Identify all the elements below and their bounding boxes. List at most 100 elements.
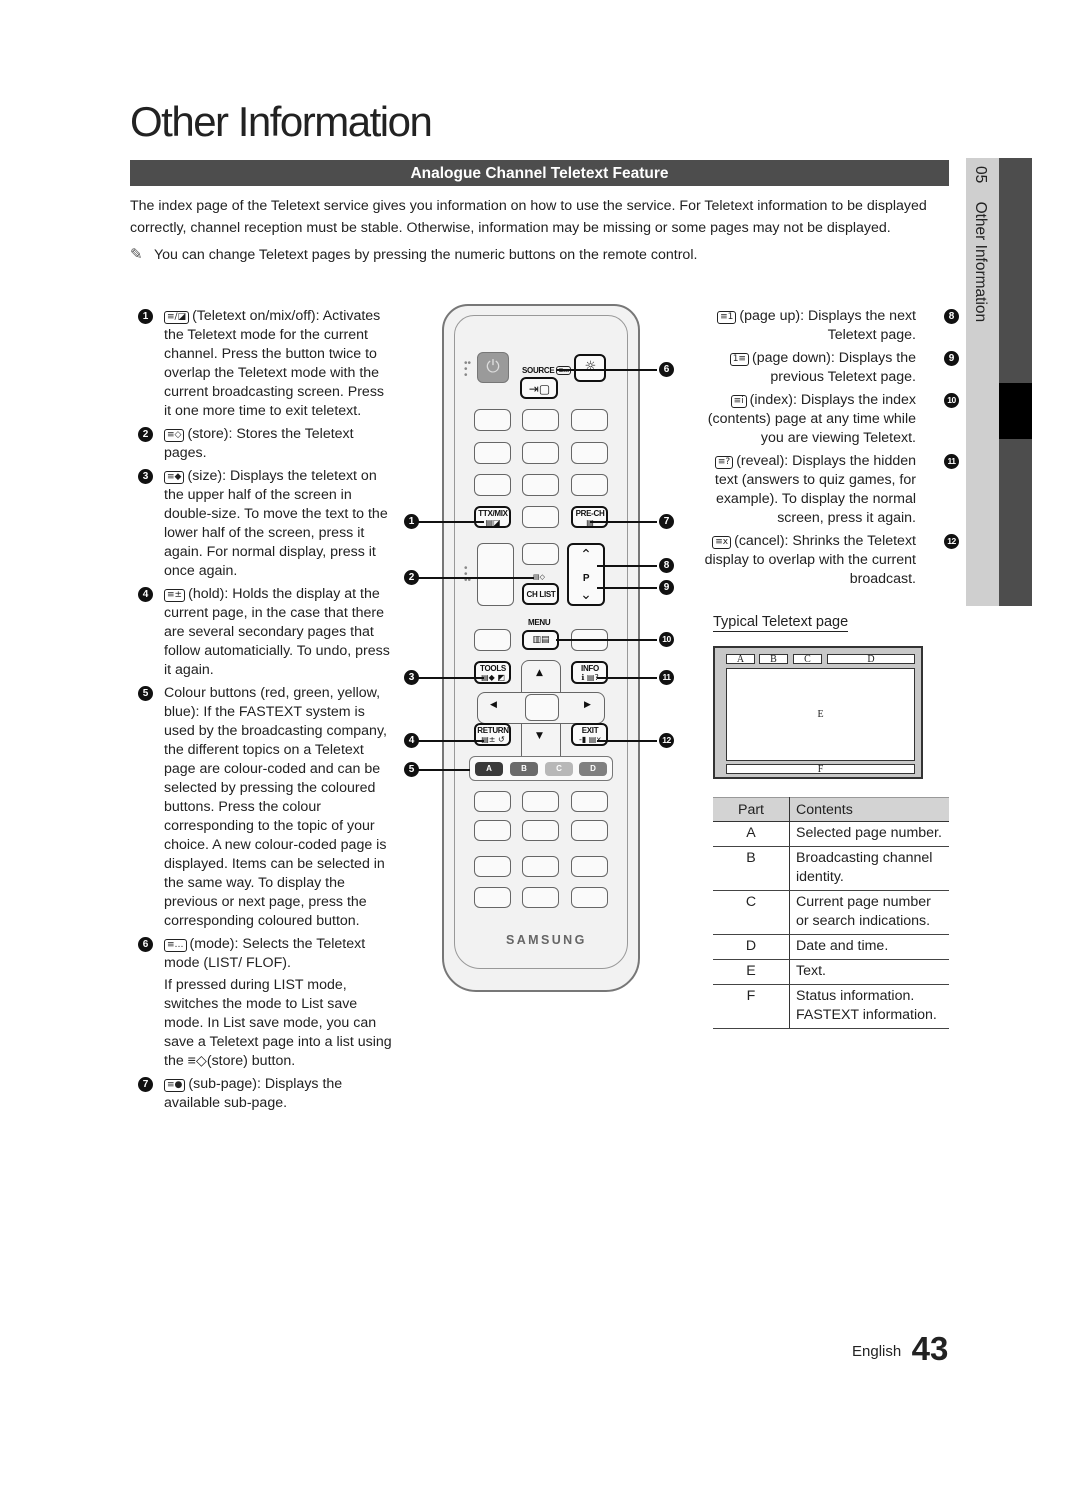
number-button[interactable] — [474, 409, 511, 431]
number-button[interactable] — [571, 409, 608, 431]
number-button[interactable] — [474, 474, 511, 496]
teletext-part-e: E — [726, 668, 915, 761]
volume-rocker[interactable] — [477, 543, 514, 606]
contents-cell: Date and time. — [789, 934, 949, 960]
function-button[interactable] — [522, 820, 559, 841]
teletext-part-d: D — [827, 654, 915, 665]
source-button[interactable]: ⇥▢ — [520, 377, 558, 399]
down-arrow-icon[interactable]: ▼ — [536, 731, 543, 741]
item-text: If pressed during LIST mode, switches th… — [164, 977, 392, 1069]
callout-7: 7 — [659, 514, 674, 529]
number-button[interactable] — [522, 474, 559, 496]
function-button[interactable] — [474, 820, 511, 841]
teletext-button-icon: ≡x — [712, 536, 732, 549]
table-row: E Text. — [713, 959, 949, 985]
callout-line-7 — [590, 521, 657, 523]
channel-rocker[interactable]: ⌃ P ⌄ — [567, 543, 605, 606]
number-button[interactable] — [522, 409, 559, 431]
playback-button[interactable] — [571, 856, 608, 877]
color-key-b[interactable]: B — [510, 762, 538, 776]
right-item: ≡? (reveal): Displays the hidden text (an… — [690, 452, 959, 528]
function-button[interactable] — [474, 791, 511, 812]
light-button[interactable]: ☼ — [574, 354, 606, 382]
ch-list-button[interactable]: CH LIST — [522, 583, 559, 605]
teletext-diagram-label: Typical Teletext page — [713, 614, 849, 632]
table-row: F Status information. FASTEXT information… — [713, 984, 949, 1029]
function-button[interactable] — [571, 791, 608, 812]
number-button[interactable] — [571, 474, 608, 496]
number-button[interactable] — [474, 442, 511, 464]
pre-ch-label: PRE-CH — [575, 509, 605, 518]
right-item: ≡1 (page up): Displays the next Teletext … — [690, 307, 959, 345]
column-header-part: Part — [713, 797, 790, 822]
enter-button[interactable] — [525, 694, 559, 721]
exit-button[interactable]: EXIT -▮ ▤x — [571, 723, 608, 746]
left-item: 7 ≡● (sub-page): Displays the available su… — [130, 1075, 395, 1113]
right-item: 1≡ (page down): Displays the previous Tel… — [690, 349, 959, 387]
mute-button[interactable] — [522, 543, 559, 565]
teletext-button-icon: ≡1 — [717, 311, 737, 324]
callout-8: 8 — [659, 558, 674, 573]
item-number-badge: 12 — [944, 534, 959, 549]
playback-button[interactable] — [522, 856, 559, 877]
playback-button[interactable] — [522, 887, 559, 908]
color-key-a[interactable]: A — [475, 762, 503, 776]
playback-button[interactable] — [474, 856, 511, 877]
callout-4: 4 — [404, 733, 419, 748]
number-button[interactable] — [571, 442, 608, 464]
callout-line-12 — [597, 740, 657, 742]
info-button[interactable]: INFO ℹ ▤? — [571, 661, 608, 684]
up-arrow-icon[interactable]: ▲ — [536, 668, 543, 678]
color-key-d[interactable]: D — [579, 762, 607, 776]
item-description: ≡… (mode): Selects the Teletext mode (LIS… — [164, 935, 395, 973]
table-row: D Date and time. — [713, 934, 949, 960]
store-icon: ▤◇ — [533, 573, 545, 581]
left-item: 6 ≡… (mode): Selects the Teletext mode (LI… — [130, 935, 395, 1071]
item-text: (page down): Displays the previous Telet… — [751, 350, 916, 385]
color-key-c[interactable]: C — [545, 762, 573, 776]
function-button[interactable] — [571, 820, 608, 841]
return-button[interactable]: RETURN ▤± ↺ — [474, 723, 511, 746]
teletext-part-b: B — [759, 654, 788, 665]
guide-button[interactable] — [474, 629, 511, 651]
teletext-button-icon: 1≡ — [729, 353, 749, 366]
item-number-badge: 2 — [138, 427, 153, 442]
right-item: ≡i (index): Displays the index (contents)… — [690, 391, 959, 448]
lightbulb-icon: ☼ — [584, 359, 597, 374]
teletext-part-f: F — [726, 764, 915, 775]
right-arrow-icon[interactable]: ▶ — [584, 700, 591, 710]
page-title: Other Information — [130, 98, 433, 145]
channel-down-icon[interactable]: ⌄ — [569, 587, 603, 603]
item-description: ≡± (hold): Holds the display at the curre… — [164, 585, 395, 680]
channel-up-icon[interactable]: ⌃ — [569, 547, 603, 563]
part-cell: F — [713, 984, 790, 1029]
callout-9: 9 — [659, 580, 674, 595]
playback-button[interactable] — [474, 887, 511, 908]
chapter-tab-stripe — [999, 158, 1032, 606]
column-header-contents: Contents — [789, 797, 949, 822]
right-item-list: ≡1 (page up): Displays the next Teletext … — [690, 307, 959, 593]
teletext-part-a: A — [726, 654, 755, 665]
item-text: (page up): Displays the next Teletext pa… — [739, 308, 916, 343]
playback-button[interactable] — [571, 887, 608, 908]
left-arrow-icon[interactable]: ◀ — [490, 700, 497, 710]
number-button[interactable] — [522, 442, 559, 464]
ttx-mix-button[interactable]: TTX/MIX ▤◪ — [474, 506, 511, 528]
item-text: (hold): Holds the display at the current… — [164, 586, 390, 678]
teletext-button-icon: ≡… — [164, 939, 187, 952]
function-button[interactable] — [522, 791, 559, 812]
teletext-button-icon: ≡● — [164, 1079, 186, 1092]
callout-line-9 — [597, 587, 657, 589]
tools-button[interactable]: TOOLS ▤◆ ◩ — [474, 661, 511, 684]
page-footer: English 43 — [852, 1330, 948, 1368]
power-button[interactable]: ⏻ — [477, 352, 509, 383]
dash-button[interactable] — [522, 506, 559, 528]
pre-ch-button[interactable]: PRE-CH ▤ — [571, 506, 608, 528]
teletext-button-icon: ≡i — [730, 395, 747, 408]
part-cell: D — [713, 934, 790, 960]
contents-cell: Status information. FASTEXT information. — [789, 984, 949, 1029]
ttx-mix-label: TTX/MIX — [478, 509, 508, 518]
menu-button[interactable]: ▥▤ — [522, 630, 559, 650]
item-text: (sub-page): Displays the available sub-p… — [164, 1076, 343, 1111]
callout-line-1 — [418, 521, 484, 523]
